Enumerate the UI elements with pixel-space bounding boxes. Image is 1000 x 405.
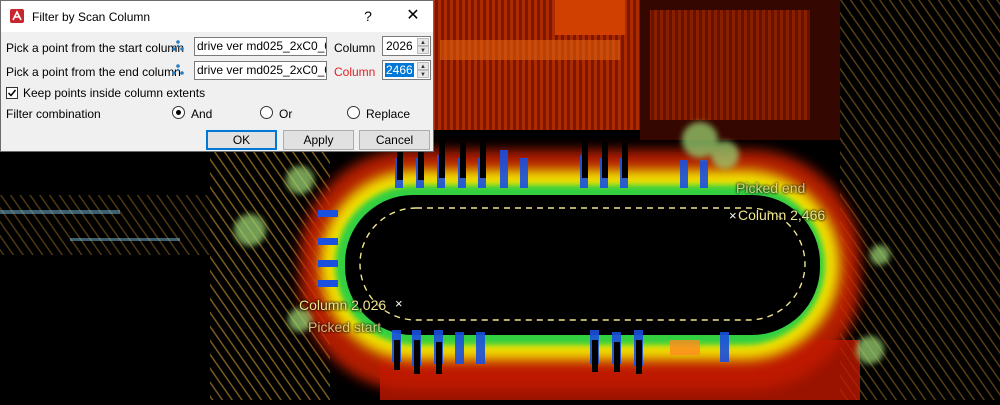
- radio-or[interactable]: [260, 106, 273, 119]
- end-column-spinbox[interactable]: 2466 ▲ ▼: [382, 60, 431, 80]
- close-button[interactable]: ✕: [399, 6, 427, 26]
- ok-button[interactable]: OK: [206, 130, 277, 150]
- end-scan-field[interactable]: drive ver md025_2xC0_04: [194, 61, 327, 80]
- start-column-spinbox[interactable]: 2026 ▲ ▼: [382, 36, 431, 56]
- radio-and-label[interactable]: And: [191, 107, 212, 121]
- end-spin-down-icon[interactable]: ▼: [417, 70, 429, 78]
- start-spin-down-icon[interactable]: ▼: [417, 46, 429, 54]
- pick-start-point-icon[interactable]: [171, 39, 185, 53]
- end-column-value[interactable]: 2466: [385, 63, 414, 77]
- app-logo-icon: [10, 9, 24, 23]
- end-column-prompt: Pick a point from the end column: [6, 65, 181, 79]
- radio-and[interactable]: [172, 106, 185, 119]
- end-column-label: Column 2,466: [738, 207, 826, 223]
- radio-or-label[interactable]: Or: [279, 107, 292, 121]
- start-scan-field[interactable]: drive ver md025_2xC0_04: [194, 37, 327, 56]
- radio-replace[interactable]: [347, 106, 360, 119]
- picked-end-marker-icon: ×: [729, 208, 737, 223]
- dialog-title: Filter by Scan Column: [32, 10, 151, 24]
- pick-end-point-icon[interactable]: [171, 63, 185, 77]
- start-spin-up-icon[interactable]: ▲: [417, 38, 429, 46]
- filter-by-scan-column-dialog: Filter by Scan Column ? ✕ Pick a point f…: [0, 0, 434, 152]
- picked-end-label: Picked end: [736, 180, 806, 196]
- start-column-value[interactable]: 2026: [385, 39, 414, 53]
- picked-start-label: Picked start: [308, 319, 382, 335]
- start-column-label: Column: [334, 41, 376, 55]
- filter-combination-label: Filter combination: [6, 107, 101, 121]
- end-column-label: Column: [334, 65, 376, 79]
- start-column-label: Column 2,026: [299, 297, 387, 313]
- end-spin-up-icon[interactable]: ▲: [417, 62, 429, 70]
- picked-start-marker-icon: ×: [395, 296, 403, 311]
- keep-points-checkbox[interactable]: [6, 87, 18, 99]
- apply-button[interactable]: Apply: [283, 130, 354, 150]
- help-button[interactable]: ?: [357, 6, 379, 26]
- dialog-titlebar[interactable]: Filter by Scan Column ? ✕: [1, 1, 433, 32]
- keep-points-label[interactable]: Keep points inside column extents: [23, 86, 205, 100]
- start-column-prompt: Pick a point from the start column: [6, 41, 185, 55]
- radio-replace-label[interactable]: Replace: [366, 107, 410, 121]
- cancel-button[interactable]: Cancel: [359, 130, 430, 150]
